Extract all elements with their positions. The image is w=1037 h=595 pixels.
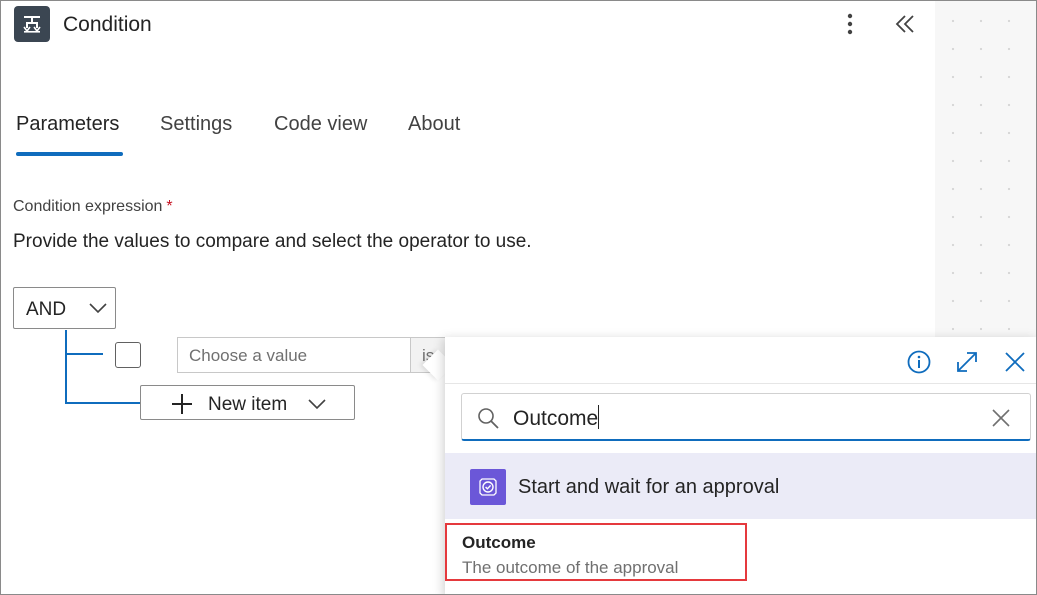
condition-expression-label: Condition expression * xyxy=(13,198,173,216)
dynamic-content-search[interactable]: Outcome xyxy=(461,393,1031,441)
active-tab-indicator xyxy=(16,152,123,156)
expand-icon[interactable] xyxy=(954,349,980,375)
tab-parameters[interactable]: Parameters xyxy=(16,113,119,136)
group-operator-value: AND xyxy=(26,299,67,320)
clear-search-icon[interactable] xyxy=(990,407,1012,429)
new-item-button[interactable]: New item xyxy=(140,385,355,420)
search-icon xyxy=(476,406,500,430)
tree-connector xyxy=(65,330,67,403)
item-description: The outcome of the approval xyxy=(462,558,679,577)
tree-connector-branch xyxy=(65,402,141,404)
choose-value-placeholder: Choose a value xyxy=(189,346,308,365)
dynamic-content-popup: Outcome Start and wait for an approval O… xyxy=(445,337,1036,594)
popup-header-divider xyxy=(445,383,1036,384)
field-label-text: Condition expression xyxy=(13,198,163,215)
plus-icon xyxy=(171,393,193,415)
dynamic-content-item-outcome[interactable]: Outcome The outcome of the approval xyxy=(445,523,747,581)
choose-value-input[interactable]: Choose a value xyxy=(177,337,411,373)
text-caret xyxy=(598,405,600,429)
tab-about[interactable]: About xyxy=(408,113,460,136)
info-icon[interactable] xyxy=(906,349,932,375)
tree-connector-branch xyxy=(65,353,103,355)
tab-code-view[interactable]: Code view xyxy=(274,113,367,136)
new-item-label: New item xyxy=(208,394,288,415)
more-vertical-icon[interactable] xyxy=(839,11,861,37)
tab-settings[interactable]: Settings xyxy=(160,113,232,136)
close-icon[interactable] xyxy=(1002,349,1028,375)
chevron-down-icon xyxy=(88,301,108,315)
double-chevron-left-icon[interactable] xyxy=(892,11,918,37)
group-operator-dropdown[interactable]: AND xyxy=(13,287,116,329)
action-group-title: Start and wait for an approval xyxy=(518,476,780,498)
search-input: Outcome xyxy=(513,405,600,431)
action-group-header[interactable]: Start and wait for an approval xyxy=(445,453,1036,519)
app-frame: Condition Parameters Settings Code view … xyxy=(0,0,1037,595)
search-value: Outcome xyxy=(513,407,599,430)
row-select-checkbox[interactable] xyxy=(115,342,141,368)
popup-header xyxy=(445,337,1036,383)
panel-title: Condition xyxy=(63,13,152,36)
approval-icon xyxy=(470,469,506,505)
condition-description: Provide the values to compare and select… xyxy=(13,231,532,252)
required-marker: * xyxy=(166,198,173,215)
condition-icon xyxy=(14,6,50,42)
item-title: Outcome xyxy=(462,533,536,552)
chevron-down-icon xyxy=(307,397,327,411)
